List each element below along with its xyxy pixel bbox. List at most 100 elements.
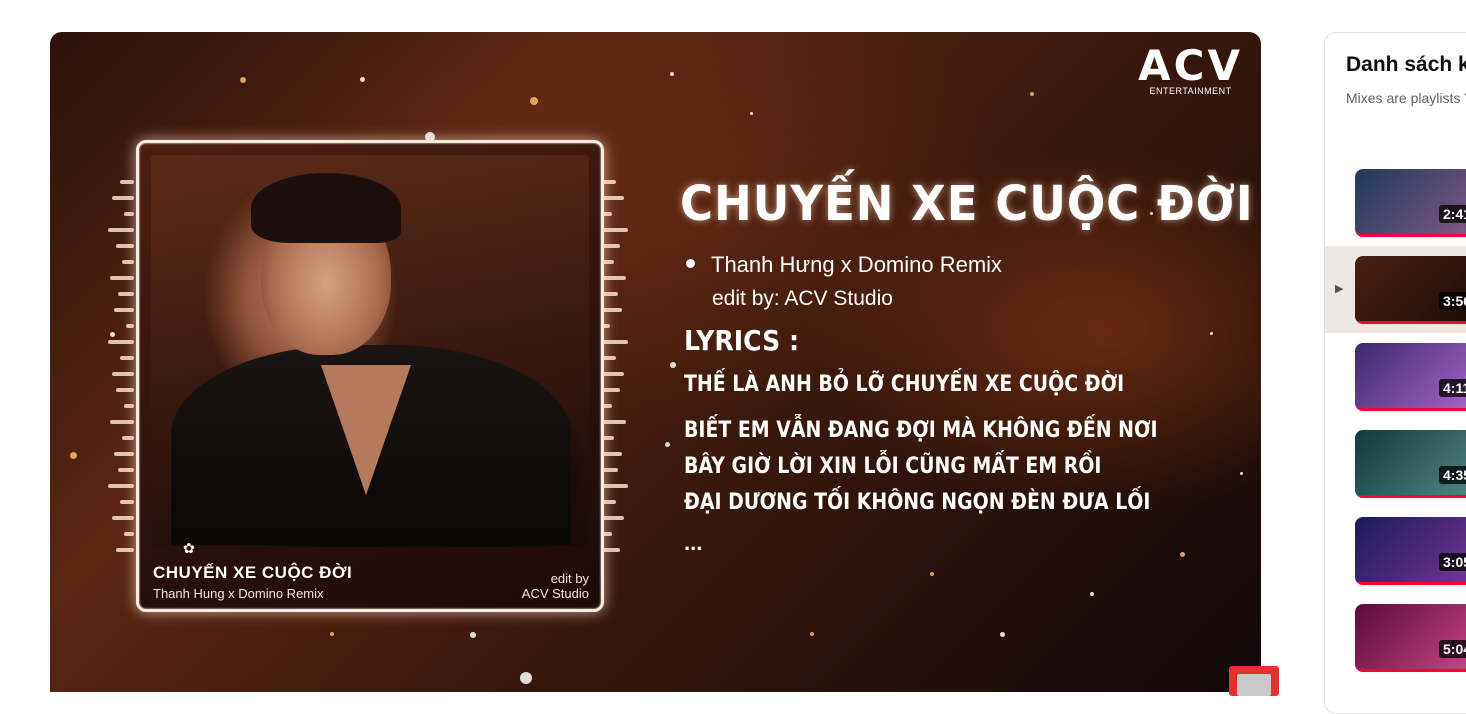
equalizer-bar — [124, 532, 134, 536]
sparkle-dot — [810, 632, 814, 636]
equalizer-bar — [602, 484, 628, 488]
equalizer-bar — [602, 452, 622, 456]
playlist-item[interactable]: 5:04 — [1325, 594, 1466, 681]
lyrics-ellipsis: ... — [684, 530, 703, 555]
card-title: CHUYẾN XE CUỘC ĐỜI — [153, 563, 353, 582]
equalizer-bar — [602, 180, 616, 184]
equalizer-bar — [118, 468, 134, 472]
sparkle-dot — [670, 72, 674, 76]
miniplayer-icon — [1237, 674, 1271, 696]
video-player[interactable]: ✿ CHUYẾN XE CUỘC ĐỜI Thanh Hung x Domino… — [50, 32, 1261, 692]
artist-line: Thanh Hưng x Domino Remix — [686, 252, 1002, 278]
equalizer-bar — [602, 276, 626, 280]
sparkle-dot — [330, 632, 334, 636]
song-title: CHUYẾN XE CUỘC ĐỜI — [680, 176, 1254, 232]
sparkle-dot — [1180, 552, 1185, 557]
equalizer-bar — [602, 340, 628, 344]
miniplayer-button[interactable] — [1229, 666, 1279, 696]
equalizer-bar — [116, 548, 134, 552]
equalizer-bar — [120, 356, 134, 360]
flower-icon: ✿ — [183, 540, 195, 556]
logo-main-text: ACV — [1138, 41, 1243, 90]
playlist-thumbnail[interactable]: 4:35 — [1355, 430, 1466, 498]
equalizer-bar — [114, 308, 134, 312]
equalizer-bar — [602, 516, 624, 520]
playlist-thumbnail[interactable]: 5:04 — [1355, 604, 1466, 672]
equalizer-bar — [124, 404, 134, 408]
playlist-subtitle: Mixes are playlists YouTube makes for yo… — [1346, 90, 1466, 106]
playlist-thumbnail[interactable]: 3:56 — [1355, 256, 1466, 324]
watched-progress-bar — [1355, 408, 1466, 411]
lyric-line: BÂY GIỜ LỜI XIN LỖI CŨNG MẤT EM RỒI — [684, 454, 1102, 479]
lyric-line: BIẾT EM VẪN ĐANG ĐỢI MÀ KHÔNG ĐẾN NƠI — [684, 418, 1158, 443]
duration-badge: 4:35 — [1439, 466, 1466, 484]
playlist-thumbnail[interactable]: 4:11 — [1355, 343, 1466, 411]
equalizer-bar — [108, 484, 134, 488]
equalizer-bar — [118, 292, 134, 296]
lyric-line: THẾ LÀ ANH BỎ LỠ CHUYẾN XE CUỘC ĐỜI — [684, 372, 1125, 397]
channel-logo: ACV ENTERTAINMENT — [1138, 41, 1243, 97]
equalizer-bar — [112, 372, 134, 376]
equalizer-bar — [116, 388, 134, 392]
sparkle-dot — [470, 632, 476, 638]
playlist-item[interactable]: 2:41 — [1325, 159, 1466, 246]
equalizer-bar — [120, 500, 134, 504]
playlist-item[interactable]: 4:11 — [1325, 333, 1466, 420]
equalizer-bar — [126, 324, 134, 328]
equalizer-bar — [602, 244, 620, 248]
equalizer-bar — [602, 388, 620, 392]
sparkle-dot — [70, 452, 77, 459]
equalizer-left — [108, 180, 134, 566]
equalizer-bar — [110, 420, 134, 424]
sparkle-dot — [1090, 592, 1094, 596]
equalizer-bar — [602, 372, 624, 376]
equalizer-bar — [602, 292, 618, 296]
playlist-title: Danh sách kết hợp — [1346, 53, 1466, 76]
equalizer-bar — [114, 452, 134, 456]
equalizer-bar — [108, 340, 134, 344]
playlist-item[interactable]: ▶ 3:56 — [1325, 246, 1466, 333]
equalizer-bar — [602, 308, 622, 312]
artist-photo — [151, 155, 589, 547]
equalizer-right — [602, 180, 628, 566]
card-edit-credit: edit by ACV Studio — [522, 571, 589, 601]
sparkle-dot — [930, 572, 934, 576]
watched-progress-bar — [1355, 495, 1466, 498]
duration-badge: 3:05 — [1439, 553, 1466, 571]
equalizer-bar — [124, 212, 134, 216]
equalizer-bar — [110, 276, 134, 280]
duration-badge: 3:56 — [1439, 292, 1466, 310]
card-subtitle: Thanh Hung x Domino Remix — [153, 586, 324, 601]
sparkle-dot — [240, 77, 246, 83]
equalizer-bar — [602, 356, 616, 360]
duration-badge: 5:04 — [1439, 640, 1466, 658]
equalizer-bar — [120, 180, 134, 184]
equalizer-bar — [602, 420, 626, 424]
watched-progress-bar — [1355, 234, 1466, 237]
equalizer-bar — [108, 228, 134, 232]
playlist-item[interactable]: 3:05 — [1325, 507, 1466, 594]
sparkle-dot — [1000, 632, 1005, 637]
duration-badge: 2:41 — [1439, 205, 1466, 223]
now-playing-icon: ▶ — [1335, 283, 1344, 295]
equalizer-bar — [602, 468, 618, 472]
playlist-thumbnail[interactable]: 3:05 — [1355, 517, 1466, 585]
sparkle-dot — [530, 97, 538, 105]
sparkle-dot — [670, 362, 676, 368]
playlist-item[interactable]: 4:35 — [1325, 420, 1466, 507]
sparkle-dot — [1210, 332, 1213, 335]
album-art-card: ✿ CHUYẾN XE CUỘC ĐỜI Thanh Hung x Domino… — [136, 140, 604, 612]
equalizer-bar — [602, 500, 616, 504]
bullet-icon — [686, 259, 695, 268]
logo-sub-text: ENTERTAINMENT — [1149, 86, 1232, 96]
sparkle-dot — [360, 77, 365, 82]
lyric-line: ĐẠI DƯƠNG TỐI KHÔNG NGỌN ĐÈN ĐƯA LỐI — [684, 490, 1151, 515]
mix-playlist-panel: Danh sách kết hợp Mixes are playlists Yo… — [1324, 32, 1466, 714]
equalizer-bar — [122, 436, 134, 440]
sparkle-dot — [750, 112, 753, 115]
lyrics-heading: LYRICS : — [684, 324, 800, 357]
playlist-thumbnail[interactable]: 2:41 — [1355, 169, 1466, 237]
equalizer-bar — [602, 228, 628, 232]
equalizer-bar — [116, 244, 134, 248]
edit-credit: edit by: ACV Studio — [712, 287, 893, 310]
